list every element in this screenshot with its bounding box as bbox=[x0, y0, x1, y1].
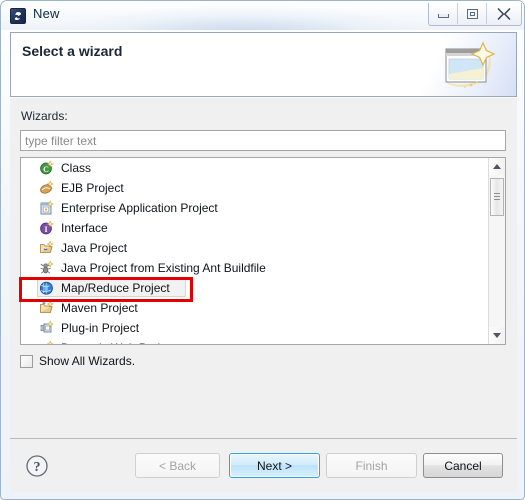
triangle-up-icon bbox=[493, 164, 501, 169]
wizard-list-item[interactable]: Dynamic Web Project bbox=[21, 338, 489, 344]
back-button[interactable]: < Back bbox=[135, 453, 220, 478]
minimize-button[interactable] bbox=[429, 3, 458, 24]
maximize-icon bbox=[466, 8, 478, 19]
svg-text:I: I bbox=[44, 225, 47, 234]
close-icon bbox=[497, 7, 511, 20]
close-button[interactable] bbox=[487, 3, 521, 24]
wizard-list-item-label: Map/Reduce Project bbox=[61, 281, 170, 295]
eclipse-new-icon bbox=[10, 8, 26, 24]
wizard-sparkle-icon bbox=[438, 41, 502, 96]
ant-buildfile-icon bbox=[39, 260, 55, 276]
help-button[interactable]: ? bbox=[25, 454, 49, 478]
java-interface-icon: I bbox=[39, 220, 55, 236]
show-all-wizards-label: Show All Wizards. bbox=[39, 354, 136, 368]
triangle-down-icon bbox=[493, 333, 501, 338]
wizard-list-item[interactable]: EJB Project bbox=[21, 178, 489, 198]
wizard-list-item-label: Class bbox=[61, 161, 92, 175]
wizard-list-item-label: Interface bbox=[61, 221, 108, 235]
enterprise-application-icon bbox=[39, 200, 55, 216]
show-all-wizards-row[interactable]: Show All Wizards. bbox=[20, 354, 135, 368]
scroll-up-arrow[interactable] bbox=[489, 158, 505, 175]
scroll-thumb-grip-icon bbox=[494, 193, 500, 200]
scroll-down-arrow[interactable] bbox=[489, 327, 505, 344]
wizard-list-item-label: Enterprise Application Project bbox=[61, 201, 218, 215]
maximize-button[interactable] bbox=[458, 3, 487, 24]
svg-text:C: C bbox=[43, 165, 49, 174]
wizard-list-item-label: Dynamic Web Project bbox=[61, 341, 176, 344]
wizard-header-panel: Select a wizard bbox=[10, 32, 517, 97]
svg-text:?: ? bbox=[34, 460, 41, 475]
show-all-wizards-checkbox[interactable] bbox=[20, 354, 33, 368]
wizard-list-item[interactable]: Maven Project bbox=[21, 298, 489, 318]
wizard-list-item-label: Maven Project bbox=[61, 301, 138, 315]
wizard-list-scrollbar[interactable] bbox=[488, 158, 505, 344]
wizard-list-item-label: Java Project bbox=[61, 241, 128, 255]
title-bar: New bbox=[1, 1, 524, 31]
ejb-project-icon bbox=[39, 180, 55, 196]
wizard-list-item-label: Plug-in Project bbox=[61, 321, 140, 335]
finish-button[interactable]: Finish bbox=[326, 453, 417, 478]
wizards-label: Wizards: bbox=[21, 109, 68, 123]
wizard-list-item[interactable]: I Interface bbox=[21, 218, 489, 238]
dynamic-web-project-icon bbox=[39, 340, 55, 344]
dialog-body: Wizards: C Class EJB Project Enterprise App… bbox=[10, 98, 517, 438]
java-project-icon bbox=[39, 240, 55, 256]
map-reduce-project-icon bbox=[39, 280, 55, 296]
wizard-list-item[interactable]: Enterprise Application Project bbox=[21, 198, 489, 218]
wizard-list-item-label: Java Project from Existing Ant Buildfile bbox=[61, 261, 266, 275]
window-controls bbox=[428, 3, 522, 26]
minimize-icon bbox=[437, 14, 449, 18]
wizard-list-item-label: EJB Project bbox=[61, 181, 124, 195]
dialog-button-bar: ? < Back Next > Finish Cancel bbox=[10, 438, 517, 492]
filter-input[interactable] bbox=[20, 130, 506, 151]
wizard-list-item[interactable]: Map/Reduce Project bbox=[21, 278, 489, 298]
java-class-icon: C bbox=[39, 160, 55, 176]
wizard-list-item[interactable]: Java Project from Existing Ant Buildfile bbox=[21, 258, 489, 278]
maven-project-icon bbox=[39, 300, 55, 316]
next-button[interactable]: Next > bbox=[229, 453, 320, 478]
wizard-list-item[interactable]: Java Project bbox=[21, 238, 489, 258]
plugin-project-icon bbox=[39, 320, 55, 336]
dialog-window: New Select a wizard Wizards: type filter… bbox=[0, 0, 525, 500]
wizard-list-item[interactable]: C Class bbox=[21, 158, 489, 178]
wizard-list[interactable]: C Class EJB Project Enterprise Application … bbox=[20, 157, 506, 345]
scroll-thumb[interactable] bbox=[490, 178, 504, 216]
wizard-list-items: C Class EJB Project Enterprise Application … bbox=[21, 158, 489, 344]
window-title: New bbox=[33, 6, 60, 21]
cancel-button[interactable]: Cancel bbox=[423, 453, 503, 478]
page-title: Select a wizard bbox=[22, 43, 123, 59]
help-icon: ? bbox=[26, 455, 48, 477]
wizard-list-item[interactable]: Plug-in Project bbox=[21, 318, 489, 338]
